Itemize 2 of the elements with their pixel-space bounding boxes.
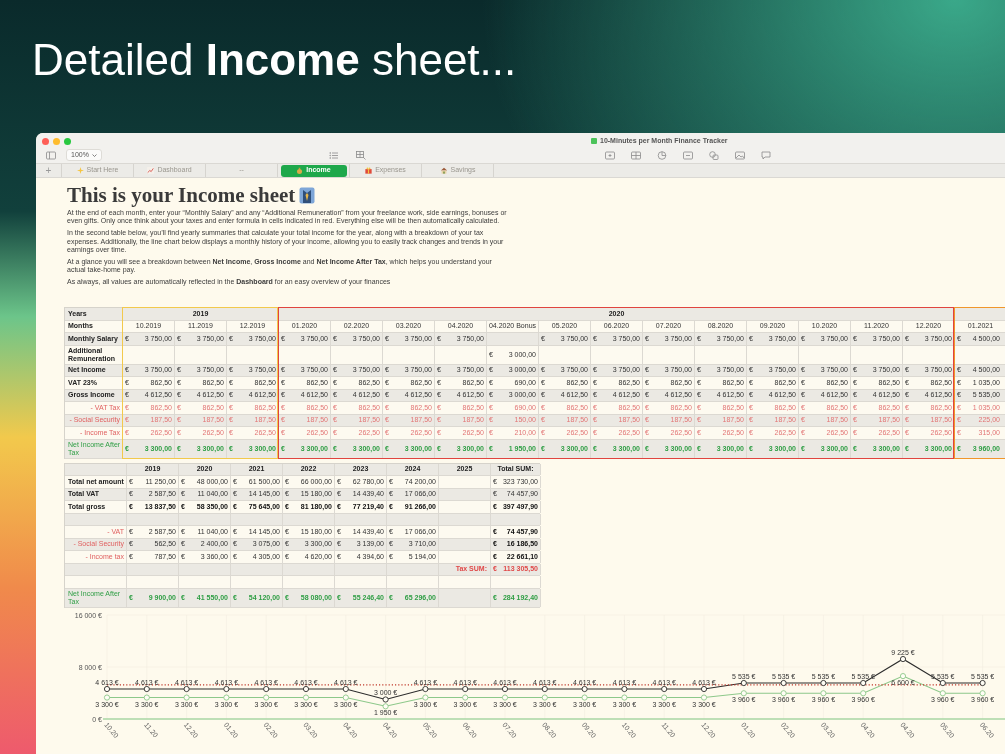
sheet-title: This is your Income sheet [67, 184, 296, 206]
headline: Detailed Income sheet... [32, 34, 517, 86]
